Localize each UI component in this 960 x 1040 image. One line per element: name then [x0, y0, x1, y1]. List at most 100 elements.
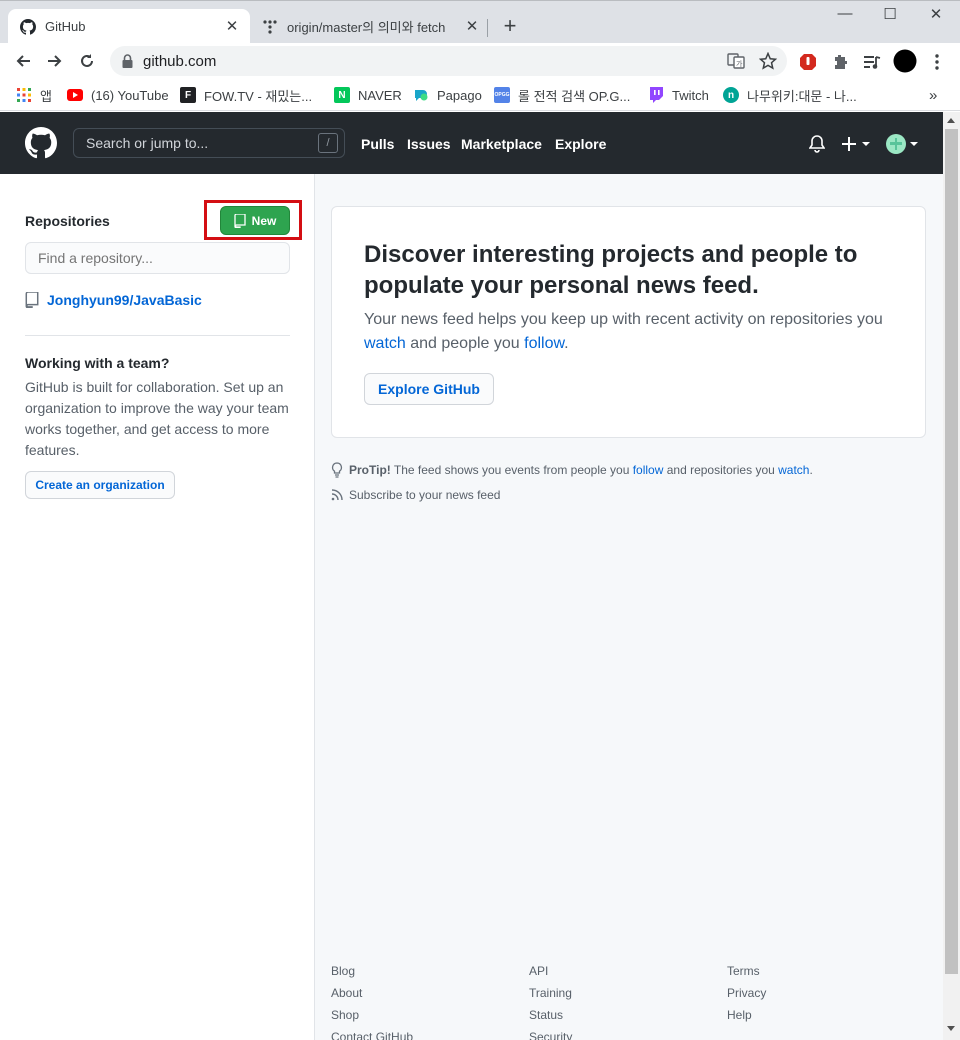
lock-icon	[120, 53, 134, 69]
tab-github[interactable]: GitHub ✕	[8, 9, 250, 44]
bookmarks-overflow-icon[interactable]: »	[929, 84, 937, 106]
scroll-down-arrow-icon[interactable]	[947, 1026, 955, 1031]
tab-title: origin/master의 의미와 fetch	[287, 20, 446, 35]
slash-key-hint: /	[318, 133, 338, 153]
tab-origin-master[interactable]: origin/master의 의미와 fetch ✕	[250, 9, 490, 44]
bookmark-label: FOW.TV - 재밌는...	[204, 88, 313, 104]
twitch-icon	[648, 87, 664, 103]
adblock-extension-icon[interactable]	[798, 52, 818, 72]
bookmark-fowtv[interactable]: F FOW.TV - 재밌는...	[180, 84, 312, 106]
bookmark-label: Twitch	[672, 87, 709, 103]
team-description: GitHub is built for collaboration. Set u…	[25, 379, 289, 458]
nav-marketplace[interactable]: Marketplace	[461, 136, 542, 152]
bookmark-opgg[interactable]: OPGG 롤 전적 검색 OP.G...	[494, 84, 630, 106]
repo-list-item[interactable]: Jonghyun99/JavaBasic	[25, 292, 202, 308]
explore-github-button[interactable]: Explore GitHub	[364, 373, 494, 405]
close-tab-icon[interactable]: ✕	[224, 18, 240, 35]
footer-link-help[interactable]: Help	[727, 1004, 766, 1026]
bookmark-twitch[interactable]: Twitch	[648, 84, 709, 106]
discover-text-part: Your news feed helps you keep up with re…	[364, 311, 883, 328]
footer-link-terms[interactable]: Terms	[727, 960, 766, 982]
lightbulb-icon	[331, 462, 343, 478]
discover-text-part: .	[564, 335, 569, 352]
discover-text: Your news feed helps you keep up with re…	[364, 308, 904, 356]
bookmark-star-icon[interactable]	[758, 51, 778, 71]
nav-explore[interactable]: Explore	[555, 136, 606, 152]
naver-icon: N	[334, 87, 350, 103]
github-icon	[20, 18, 36, 35]
scroll-up-arrow-icon[interactable]	[947, 118, 955, 123]
footer-link-training[interactable]: Training	[529, 982, 572, 1004]
bookmark-label: 앱	[40, 88, 52, 104]
footer-link-about[interactable]: About	[331, 982, 413, 1004]
reload-icon[interactable]	[75, 49, 99, 73]
scroll-thumb[interactable]	[945, 129, 958, 974]
find-repository-input[interactable]	[25, 242, 290, 274]
close-tab-icon[interactable]: ✕	[464, 18, 480, 35]
youtube-icon	[67, 87, 83, 103]
forward-arrow-icon[interactable]	[43, 49, 67, 73]
follow-link[interactable]: follow	[524, 335, 564, 352]
page-scrollbar[interactable]	[943, 112, 960, 1040]
rss-icon	[331, 489, 343, 501]
footer-column: Terms Privacy Help	[727, 960, 766, 1026]
create-new-plus-icon[interactable]	[842, 134, 872, 154]
protip-label: ProTip!	[349, 463, 391, 477]
nav-pulls[interactable]: Pulls	[361, 136, 394, 152]
close-window-icon[interactable]: ✕	[913, 5, 959, 29]
footer-link-security[interactable]: Security	[529, 1026, 572, 1040]
sidebar-divider	[25, 335, 290, 336]
footer-link-api[interactable]: API	[529, 960, 572, 982]
footer-column: Blog About Shop Contact GitHub	[331, 960, 413, 1040]
protip-text: and repositories you	[663, 463, 779, 477]
protip-text: The feed shows you events from people yo…	[390, 463, 633, 477]
discover-card: Discover interesting projects and people…	[331, 206, 926, 438]
new-tab-icon[interactable]: +	[498, 15, 522, 39]
bookmark-papago[interactable]: Papago	[413, 84, 482, 106]
repo-icon	[25, 292, 39, 308]
new-repository-button[interactable]: New	[220, 206, 290, 235]
repo-link[interactable]: Jonghyun99/JavaBasic	[47, 292, 202, 308]
bookmark-label: Papago	[437, 87, 482, 103]
protip-watch-link[interactable]: watch	[778, 463, 809, 477]
puzzle-extensions-icon[interactable]	[830, 52, 850, 72]
footer-link-contact[interactable]: Contact GitHub	[331, 1026, 413, 1040]
bookmark-label: 롤 전적 검색 OP.G...	[518, 88, 631, 104]
media-queue-icon[interactable]	[862, 52, 882, 72]
translate-icon[interactable]: 가	[726, 51, 746, 71]
url-text: github.com	[143, 52, 217, 70]
user-avatar-menu-icon[interactable]	[886, 134, 920, 154]
watch-link[interactable]: watch	[364, 335, 406, 352]
repo-icon	[234, 213, 246, 228]
address-bar[interactable]: github.com 가	[110, 46, 787, 76]
footer-link-privacy[interactable]: Privacy	[727, 982, 766, 1004]
github-logo-icon[interactable]	[25, 127, 57, 159]
back-arrow-icon[interactable]	[11, 49, 35, 73]
subscribe-feed-link[interactable]: Subscribe to your news feed	[331, 488, 500, 502]
bookmark-namuwiki[interactable]: n 나무위키:대문 - 나...	[723, 84, 857, 106]
repositories-heading: Repositories	[25, 213, 110, 229]
fowtv-icon: F	[180, 87, 196, 103]
discover-text-part: and people you	[405, 335, 525, 352]
minimize-icon[interactable]: —	[822, 5, 868, 29]
protip-follow-link[interactable]: follow	[633, 463, 664, 477]
footer-link-blog[interactable]: Blog	[331, 960, 413, 982]
maximize-icon[interactable]: ☐	[867, 5, 913, 29]
chrome-menu-icon[interactable]	[927, 52, 947, 72]
create-organization-button[interactable]: Create an organization	[25, 471, 175, 499]
bookmark-label: 나무위키:대문 - 나...	[747, 88, 857, 104]
github-search-input[interactable]: Search or jump to... /	[73, 128, 345, 158]
bookmark-apps[interactable]: 앱	[16, 84, 52, 106]
tab-separator	[487, 19, 488, 37]
dashboard-sidebar: Repositories New Jonghyun99/JavaBasic Wo…	[0, 174, 315, 1040]
bookmarks-bar: 앱 (16) YouTube F FOW.TV - 재밌는... N NAVER…	[0, 79, 960, 111]
nav-issues[interactable]: Issues	[407, 136, 451, 152]
browser-toolbar: github.com 가	[0, 43, 960, 79]
bookmark-youtube[interactable]: (16) YouTube	[67, 84, 169, 106]
svg-text:가: 가	[736, 59, 743, 68]
notifications-bell-icon[interactable]	[809, 134, 825, 154]
profile-avatar-icon[interactable]	[893, 49, 917, 73]
footer-link-status[interactable]: Status	[529, 1004, 572, 1026]
bookmark-naver[interactable]: N NAVER	[334, 84, 402, 106]
footer-link-shop[interactable]: Shop	[331, 1004, 413, 1026]
